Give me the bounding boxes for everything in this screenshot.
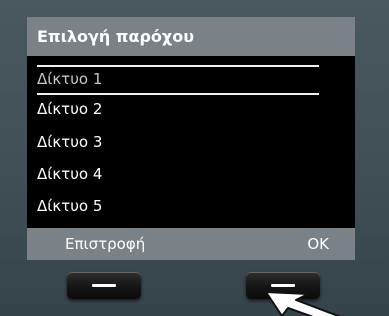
- pointer-arrow-icon: [266, 291, 342, 316]
- phone-device: Επιλογή παρόχου Δίκτυο 1 Δίκτυο 2 Δίκτυο…: [0, 0, 389, 316]
- left-softkey-button[interactable]: [67, 272, 141, 299]
- display-screen: Επιλογή παρόχου Δίκτυο 1 Δίκτυο 2 Δίκτυο…: [27, 17, 355, 260]
- list-item-provider-2[interactable]: Δίκτυο 2: [37, 96, 319, 122]
- softkey-bar: Επιστροφή OK: [27, 228, 355, 260]
- key-dash-icon: [92, 284, 116, 287]
- list-item-provider-5[interactable]: Δίκτυο 5: [37, 193, 319, 219]
- selection-bottom-line: [37, 93, 319, 95]
- list-item-provider-1[interactable]: Δίκτυο 1: [37, 66, 319, 92]
- softkey-back-label[interactable]: Επιστροφή: [65, 228, 145, 260]
- list-item-provider-3[interactable]: Δίκτυο 3: [37, 129, 319, 155]
- softkey-ok-label[interactable]: OK: [307, 228, 329, 260]
- key-dash-icon: [271, 284, 295, 287]
- provider-list: Δίκτυο 1 Δίκτυο 2 Δίκτυο 3 Δίκτυο 4 Δίκτ…: [27, 59, 355, 240]
- screen-title: Επιλογή παρόχου: [27, 17, 355, 56]
- list-item-provider-4[interactable]: Δίκτυο 4: [37, 161, 319, 187]
